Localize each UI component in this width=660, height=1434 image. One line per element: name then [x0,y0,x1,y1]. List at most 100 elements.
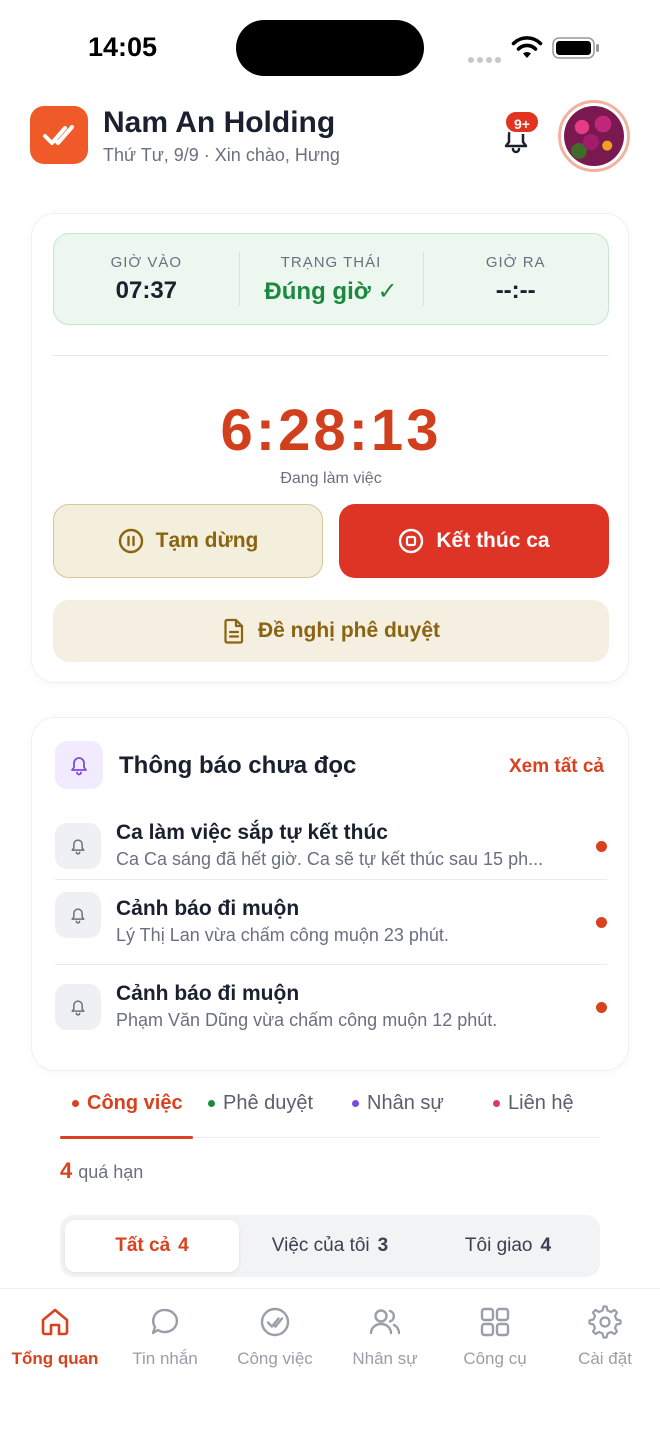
divider [53,355,609,356]
greeting-subtitle: Thứ Tư, 9/9 · Xin chào, Hưng [103,145,340,165]
pause-icon [118,528,143,554]
filter-count: 3 [377,1235,389,1256]
notification-item-icon [55,823,101,869]
filter-all[interactable]: Tất cả 4 [65,1220,239,1272]
nav-tasks[interactable]: Công việc [220,1305,330,1369]
end-shift-label: Kết thúc ca [436,529,550,552]
avatar-image [564,106,624,166]
notification-desc: Phạm Văn Dũng vừa chấm công muộn 12 phút… [116,1010,498,1030]
tab-phe-duyet[interactable]: Phê duyệt [208,1092,313,1115]
people-icon [369,1309,401,1335]
see-all-link[interactable]: Xem tất cả [509,756,604,778]
unread-dot [596,1002,607,1013]
timer-caption: Đang làm việc [280,470,382,487]
notification-header-icon [55,741,103,789]
notification-title: Ca làm việc sắp tự kết thúc [116,821,388,844]
tab-dot [208,1100,215,1107]
wifi-icon [511,36,543,58]
filter-label: Tất cả [115,1235,171,1256]
tab-nhan-su[interactable]: Nhân sự [352,1092,444,1115]
notifications-title: Thông báo chưa đọc [119,752,357,779]
tab-label: Liên hệ [508,1092,574,1114]
grid-icon [480,1307,510,1337]
filter-count: 4 [540,1235,552,1256]
nav-settings[interactable]: Cài đặt [550,1305,660,1369]
section-tabs: Công việc Phê duyệt Nhân sự Liên hệ [60,1082,600,1139]
nav-label: Cài đặt [578,1349,632,1368]
check-out-label: GIỜ RA [485,254,546,271]
tab-dot [72,1100,79,1107]
notification-item[interactable]: Cảnh báo đi muộn Phạm Văn Dũng vừa chấm … [55,964,607,1048]
pause-button[interactable]: Tạm dừng [53,504,323,578]
double-check-icon [43,125,74,145]
notification-desc: Lý Thị Lan vừa chấm công muộn 23 phút. [116,925,449,945]
tab-label: Công việc [87,1092,183,1114]
unread-dot [596,917,607,928]
overdue-summary: 4 quá hạn [60,1158,143,1184]
battery-icon [552,37,599,59]
notifications-card: Thông báo chưa đọc Xem tất cả Ca làm việ… [31,717,629,1071]
tab-label: Phê duyệt [223,1092,314,1114]
pause-label: Tạm dừng [155,529,259,552]
filter-my-tasks[interactable]: Việc của tôi 3 [243,1220,417,1272]
dynamic-island [236,20,424,76]
nav-label: Công cụ [463,1349,527,1368]
chat-icon [151,1308,179,1335]
check-in-block: GIỜ VÀO 07:37 [54,234,239,324]
nav-label: Tổng quan [11,1349,99,1368]
tab-dot [493,1100,500,1107]
status-bar: 14:05 [0,0,660,96]
gear-icon [588,1305,622,1339]
attendance-card: GIỜ VÀO 07:37 TRẠNG THÁI Đúng giờ ✓ GIỜ … [31,213,629,683]
nav-messages[interactable]: Tin nhắn [110,1305,220,1369]
notification-item-icon [55,984,101,1030]
stop-icon [399,528,424,554]
avatar[interactable] [558,100,630,172]
home-icon [41,1308,69,1336]
filter-assigned-by-me[interactable]: Tôi giao 4 [421,1220,595,1272]
nav-label: Tin nhắn [132,1349,198,1368]
nav-label: Nhân sự [352,1349,418,1368]
work-timer: 6:28:13 [220,398,442,463]
nav-label: Công việc [237,1349,313,1368]
tab-cong-viec[interactable]: Công việc [72,1092,183,1115]
tab-lien-he[interactable]: Liên hệ [493,1092,574,1115]
nav-tools[interactable]: Công cụ [440,1305,550,1369]
overdue-label: quá hạn [78,1162,144,1182]
task-filter: Tất cả 4 Việc của tôi 3 Tôi giao 4 [60,1215,600,1277]
status-block: TRẠNG THÁI Đúng giờ ✓ [238,234,424,324]
notification-title: Cảnh báo đi muộn [116,982,300,1005]
filter-label: Tôi giao [464,1235,533,1256]
check-out-block: GIỜ RA --:-- [423,234,608,324]
signal-icon [468,50,504,63]
active-tab-indicator [60,1136,193,1139]
end-shift-button[interactable]: Kết thúc ca [339,504,609,578]
app-logo [30,106,88,164]
bell-icon [71,908,85,924]
nav-overview[interactable]: Tổng quan [0,1305,110,1369]
notification-title: Cảnh báo đi muộn [116,897,300,920]
unread-dot [596,841,607,852]
check-in-time: 07:37 [115,277,178,304]
task-check-icon [260,1307,290,1337]
status-time: 14:05 [88,32,158,62]
bottom-navigation: Tổng quan Tin nhắn Công việc Nhân sự Côn… [0,1288,660,1434]
request-approval-label: Đề nghị phê duyệt [257,619,440,642]
notification-desc: Ca Ca sáng đã hết giờ. Ca sẽ tự kết thúc… [116,849,544,869]
tab-dot [352,1100,359,1107]
bell-icon [71,839,85,855]
check-in-label: GIỜ VÀO [110,254,183,271]
overdue-count: 4 [60,1158,73,1183]
tab-label: Nhân sự [367,1092,444,1114]
status-value: Đúng giờ ✓ [264,278,398,305]
notification-item[interactable]: Cảnh báo đi muộn Lý Thị Lan vừa chấm côn… [55,879,607,963]
document-icon [224,618,244,644]
check-out-time: --:-- [495,277,536,304]
nav-people[interactable]: Nhân sự [330,1305,440,1369]
attendance-summary: GIỜ VÀO 07:37 TRẠNG THÁI Đúng giờ ✓ GIỜ … [53,233,609,325]
notification-badge: 9+ [504,110,540,134]
bell-icon [71,1000,85,1016]
request-approval-button[interactable]: Đề nghị phê duyệt [53,600,609,662]
status-label: TRẠNG THÁI [280,254,382,271]
company-name: Nam An Holding [103,106,336,139]
